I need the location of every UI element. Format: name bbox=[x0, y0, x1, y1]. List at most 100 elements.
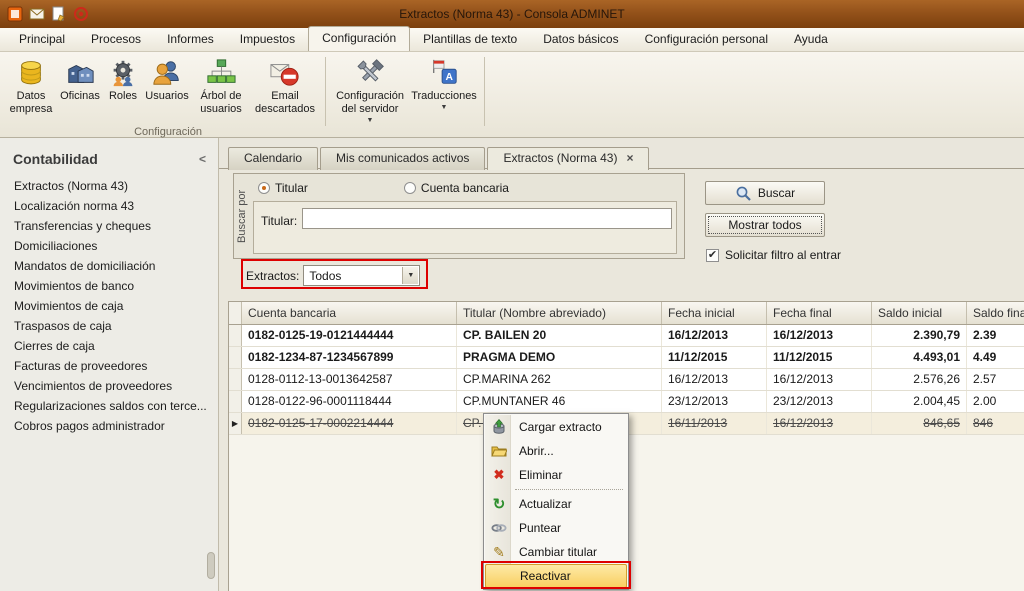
table-row[interactable]: 0128-0112-13-0013642587 CP.MARINA 262 16… bbox=[229, 369, 1024, 391]
menu-item-puntear[interactable]: Puntear bbox=[485, 516, 627, 540]
cell-fecha-inicial: 16/11/2013 bbox=[662, 413, 767, 434]
cell-fecha-final: 16/12/2013 bbox=[767, 325, 872, 346]
close-icon[interactable]: × bbox=[626, 151, 633, 165]
document-tab-strip: Calendario Mis comunicados activos Extra… bbox=[228, 147, 649, 170]
menu-tab-principal[interactable]: Principal bbox=[6, 28, 78, 51]
titular-input[interactable] bbox=[302, 208, 672, 229]
menu-tab-configuracion-personal[interactable]: Configuración personal bbox=[632, 28, 781, 51]
ribbon: Datos empresa Oficinas Roles Usuarios bbox=[0, 52, 1024, 138]
column-header-fecha-final[interactable]: Fecha final bbox=[767, 302, 872, 324]
sidebar-item-localizacion-norma-43[interactable]: Localización norma 43 bbox=[0, 196, 218, 216]
menu-item-cargar-extracto[interactable]: Cargar extracto bbox=[485, 415, 627, 439]
cell-fecha-inicial: 16/12/2013 bbox=[662, 369, 767, 390]
cell-saldo-inicial: 2.576,26 bbox=[872, 369, 967, 390]
sidebar-item-extractos-norma-43[interactable]: Extractos (Norma 43) bbox=[0, 176, 218, 196]
quick-access-toolbar bbox=[0, 6, 89, 23]
radio-cuenta-label: Cuenta bancaria bbox=[421, 181, 509, 195]
extractos-label: Extractos: bbox=[246, 269, 299, 283]
extractos-combobox[interactable]: Todos ▼ bbox=[303, 265, 420, 286]
menu-tab-impuestos[interactable]: Impuestos bbox=[227, 28, 308, 51]
ribbon-group-configuracion: Datos empresa Oficinas Roles Usuarios bbox=[6, 55, 490, 128]
doc-tab-extractos-norma-43[interactable]: Extractos (Norma 43)× bbox=[487, 147, 649, 170]
sidebar-item-transferencias-cheques[interactable]: Transferencias y cheques bbox=[0, 216, 218, 236]
users-icon bbox=[151, 57, 183, 89]
table-row[interactable]: 0182-1234-87-1234567899 PRAGMA DEMO 11/1… bbox=[229, 347, 1024, 369]
ribbon-button-configuracion-servidor[interactable]: Configuración del servidor ▼ bbox=[331, 55, 409, 128]
translate-icon: A bbox=[428, 57, 460, 89]
selected-row-marker-icon: ▶ bbox=[229, 413, 242, 434]
sidebar-item-facturas-proveedores[interactable]: Facturas de proveedores bbox=[0, 356, 218, 376]
cell-fecha-final: 11/12/2015 bbox=[767, 347, 872, 368]
buscar-button[interactable]: Buscar bbox=[705, 181, 825, 205]
open-folder-icon bbox=[490, 443, 508, 459]
menu-tab-procesos[interactable]: Procesos bbox=[78, 28, 154, 51]
menu-item-reactivar[interactable]: Reactivar bbox=[485, 564, 627, 588]
refresh-icon: ↻ bbox=[490, 495, 508, 513]
checkbox-checked-icon[interactable]: ✔ bbox=[706, 249, 719, 262]
column-header-saldo-inicial[interactable]: Saldo inicial bbox=[872, 302, 967, 324]
column-header-saldo-final[interactable]: Saldo final bbox=[967, 302, 1024, 324]
sidebar-item-domiciliaciones[interactable]: Domiciliaciones bbox=[0, 236, 218, 256]
pencil-icon: ✎ bbox=[490, 544, 508, 561]
chevron-down-icon[interactable]: ▼ bbox=[402, 267, 418, 284]
sidebar-scrollbar-thumb[interactable] bbox=[207, 552, 215, 579]
menu-tab-configuracion[interactable]: Configuración bbox=[308, 26, 410, 51]
window-title: Extractos (Norma 43) - Consola ADMINET bbox=[0, 7, 1024, 21]
menu-item-eliminar[interactable]: ✖ Eliminar bbox=[485, 463, 627, 487]
column-header-titular[interactable]: Titular (Nombre abreviado) bbox=[457, 302, 662, 324]
sidebar-item-regularizaciones-saldos[interactable]: Regularizaciones saldos con terce... bbox=[0, 396, 218, 416]
ribbon-button-usuarios[interactable]: Usuarios bbox=[142, 55, 192, 128]
sidebar-item-cobros-pagos-administrador[interactable]: Cobros pagos administrador bbox=[0, 416, 218, 436]
collapse-chevron-icon[interactable]: < bbox=[199, 152, 206, 166]
menu-tab-plantillas[interactable]: Plantillas de texto bbox=[410, 28, 530, 51]
column-header-cuenta-bancaria[interactable]: Cuenta bancaria bbox=[242, 302, 457, 324]
table-row[interactable]: 0128-0122-96-0001118444 CP.MUNTANER 46 2… bbox=[229, 391, 1024, 413]
chevron-down-icon: ▼ bbox=[367, 117, 374, 125]
tools-icon bbox=[354, 57, 386, 89]
menu-item-cambiar-titular[interactable]: ✎ Cambiar titular bbox=[485, 540, 627, 564]
titular-label: Titular: bbox=[261, 214, 297, 228]
doc-tab-mis-comunicados[interactable]: Mis comunicados activos bbox=[320, 147, 485, 170]
load-extract-icon bbox=[490, 419, 508, 435]
extractos-selected-value: Todos bbox=[309, 269, 341, 283]
cell-cuenta: 0182-0125-17-0002214444 bbox=[242, 413, 457, 434]
doc-tab-calendario[interactable]: Calendario bbox=[228, 147, 318, 170]
ribbon-button-label: Usuarios bbox=[145, 90, 188, 103]
ribbon-button-oficinas[interactable]: Oficinas bbox=[56, 55, 104, 128]
sidebar-item-vencimientos-proveedores[interactable]: Vencimientos de proveedores bbox=[0, 376, 218, 396]
sidebar-item-traspasos-caja[interactable]: Traspasos de caja bbox=[0, 316, 218, 336]
sidebar-item-movimientos-banco[interactable]: Movimientos de banco bbox=[0, 276, 218, 296]
menu-item-label: Reactivar bbox=[520, 569, 571, 583]
ribbon-button-traducciones[interactable]: A Traducciones ▼ bbox=[409, 55, 479, 128]
sidebar-item-cierres-caja[interactable]: Cierres de caja bbox=[0, 336, 218, 356]
ribbon-button-email-descartados[interactable]: Email descartados bbox=[250, 55, 320, 128]
menu-tab-informes[interactable]: Informes bbox=[154, 28, 227, 51]
edit-note-icon[interactable] bbox=[50, 6, 67, 23]
cell-saldo-inicial: 2.390,79 bbox=[872, 325, 967, 346]
cell-fecha-inicial: 11/12/2015 bbox=[662, 347, 767, 368]
link-icon bbox=[490, 520, 508, 536]
mail-icon[interactable] bbox=[28, 6, 45, 23]
menu-tab-datos-basicos[interactable]: Datos básicos bbox=[530, 28, 631, 51]
ribbon-button-datos-empresa[interactable]: Datos empresa bbox=[6, 55, 56, 128]
menu-item-abrir[interactable]: Abrir... bbox=[485, 439, 627, 463]
record-icon[interactable] bbox=[72, 6, 89, 23]
table-row[interactable]: 0182-0125-19-0121444444 CP. BAILEN 20 16… bbox=[229, 325, 1024, 347]
menu-tab-ayuda[interactable]: Ayuda bbox=[781, 28, 841, 51]
ribbon-button-arbol-usuarios[interactable]: Árbol de usuarios bbox=[192, 55, 250, 128]
cell-fecha-final: 16/12/2013 bbox=[767, 369, 872, 390]
radio-cuenta-bancaria[interactable]: Cuenta bancaria bbox=[404, 181, 509, 195]
radio-titular[interactable]: Titular bbox=[258, 181, 308, 195]
context-menu: Cargar extracto Abrir... ✖ Eliminar ↻ Ac… bbox=[483, 413, 629, 590]
ribbon-button-label: Traducciones bbox=[411, 90, 477, 103]
mostrar-todos-label: Mostrar todos bbox=[728, 218, 801, 232]
sidebar-item-mandatos-domiciliacion[interactable]: Mandatos de domiciliación bbox=[0, 256, 218, 276]
roles-gear-icon bbox=[107, 57, 139, 89]
app-icon[interactable] bbox=[6, 6, 23, 23]
column-header-fecha-inicial[interactable]: Fecha inicial bbox=[662, 302, 767, 324]
menu-item-actualizar[interactable]: ↻ Actualizar bbox=[485, 492, 627, 516]
cell-saldo-final: 2.00 bbox=[967, 391, 1024, 412]
ribbon-button-roles[interactable]: Roles bbox=[104, 55, 142, 128]
sidebar-item-movimientos-caja[interactable]: Movimientos de caja bbox=[0, 296, 218, 316]
mostrar-todos-button[interactable]: Mostrar todos bbox=[705, 213, 825, 237]
